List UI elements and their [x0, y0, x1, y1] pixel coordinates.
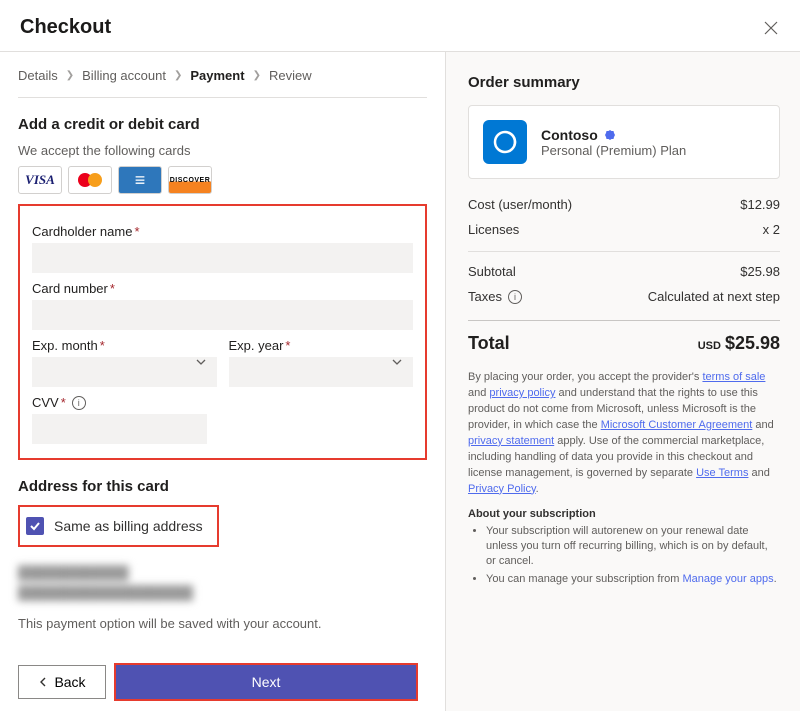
visa-logo: VISA: [18, 166, 62, 194]
card-form: Cardholder name* Card number* Exp. month…: [18, 204, 427, 460]
product-plan: Personal (Premium) Plan: [541, 143, 686, 158]
cvv-label: CVV*: [32, 395, 66, 410]
breadcrumb-item-details[interactable]: Details: [18, 68, 58, 83]
exp-year-select[interactable]: [229, 357, 414, 387]
page-title: Checkout: [20, 16, 111, 39]
privacy-statement-link[interactable]: privacy statement: [468, 435, 554, 447]
exp-year-label: Exp. year*: [229, 338, 414, 353]
cost-value: $12.99: [740, 197, 780, 212]
card-number-input[interactable]: [32, 300, 413, 330]
order-summary-title: Order summary: [468, 74, 780, 91]
card-number-label: Card number*: [32, 281, 413, 296]
close-button[interactable]: [762, 19, 780, 37]
same-as-billing-checkbox[interactable]: [26, 517, 44, 535]
verified-badge-icon: [604, 129, 616, 141]
address-title: Address for this card: [18, 478, 427, 495]
chevron-left-icon: [38, 677, 48, 687]
discover-logo: DISCOVER: [168, 166, 212, 194]
breadcrumb: Details ❯ Billing account ❯ Payment ❯ Re…: [18, 68, 427, 83]
amex-logo: ≡: [118, 166, 162, 194]
use-terms-link[interactable]: Use Terms: [696, 467, 748, 479]
breadcrumb-item-review: Review: [269, 68, 312, 83]
manage-apps-link[interactable]: Manage your apps: [682, 573, 773, 585]
same-as-billing-label: Same as billing address: [54, 518, 203, 534]
checkmark-icon: [29, 520, 41, 532]
breadcrumb-item-payment: Payment: [190, 68, 244, 83]
chevron-right-icon: ❯: [66, 70, 74, 81]
back-button[interactable]: Back: [18, 665, 106, 699]
saved-note: This payment option will be saved with y…: [18, 616, 427, 631]
taxes-value: Calculated at next step: [648, 289, 780, 304]
privacy-policy-link[interactable]: privacy policy: [489, 387, 555, 399]
licenses-value: x 2: [763, 222, 780, 237]
licenses-label: Licenses: [468, 222, 519, 237]
accept-cards-text: We accept the following cards: [18, 143, 427, 158]
info-icon[interactable]: i: [72, 396, 86, 410]
about-subscription-title: About your subscription: [468, 508, 780, 520]
blurred-address: ███████████████████████████████: [18, 563, 427, 602]
total-label: Total: [468, 333, 510, 354]
subtotal-label: Subtotal: [468, 264, 516, 279]
info-icon[interactable]: i: [508, 290, 522, 304]
exp-month-label: Exp. month*: [32, 338, 217, 353]
product-card: Contoso Personal (Premium) Plan: [468, 105, 780, 179]
cardholder-input[interactable]: [32, 243, 413, 273]
close-icon: [764, 21, 778, 35]
taxes-label: Taxes: [468, 289, 502, 304]
privacy-policy-link-2[interactable]: Privacy Policy: [468, 483, 536, 495]
cardholder-label: Cardholder name*: [32, 224, 413, 239]
mastercard-logo: [68, 166, 112, 194]
subscription-bullet-autorenew: Your subscription will autorenew on your…: [486, 524, 780, 570]
microsoft-customer-agreement-link[interactable]: Microsoft Customer Agreement: [601, 419, 753, 431]
subtotal-value: $25.98: [740, 264, 780, 279]
breadcrumb-item-billing-account[interactable]: Billing account: [82, 68, 166, 83]
product-name: Contoso: [541, 127, 598, 143]
chevron-right-icon: ❯: [253, 70, 261, 81]
terms-of-sale-link[interactable]: terms of sale: [702, 371, 765, 383]
next-button[interactable]: Next: [116, 665, 416, 699]
product-icon: [483, 120, 527, 164]
add-card-title: Add a credit or debit card: [18, 116, 427, 133]
total-value: $25.98: [725, 333, 780, 353]
chevron-right-icon: ❯: [174, 70, 182, 81]
cost-label: Cost (user/month): [468, 197, 572, 212]
cvv-input[interactable]: [32, 414, 207, 444]
legal-text: By placing your order, you accept the pr…: [468, 370, 780, 498]
total-currency: USD: [698, 340, 721, 352]
subscription-bullet-manage: You can manage your subscription from Ma…: [486, 572, 780, 587]
exp-month-select[interactable]: [32, 357, 217, 387]
